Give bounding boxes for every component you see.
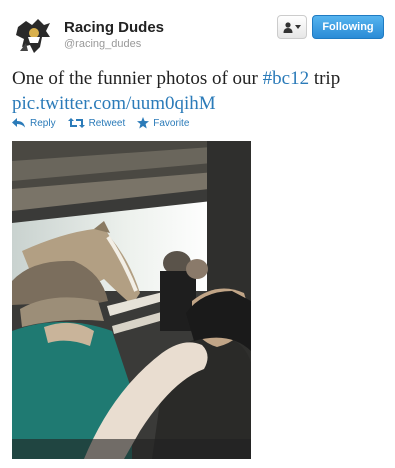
- tweet-photo[interactable]: [12, 141, 251, 459]
- tweet-actions: Reply Retweet Favorite: [12, 117, 189, 129]
- tweet-text: One of the funnier photos of our #bc12 t…: [12, 66, 387, 116]
- tweet-text-tail: trip: [309, 68, 341, 89]
- favorite-action[interactable]: Favorite: [137, 117, 189, 129]
- following-button[interactable]: Following: [312, 15, 384, 39]
- display-name[interactable]: Racing Dudes: [64, 19, 164, 36]
- reply-label: Reply: [30, 117, 56, 129]
- stable-photo-image: [12, 141, 251, 459]
- reply-action[interactable]: Reply: [12, 117, 56, 129]
- retweet-action[interactable]: Retweet: [67, 117, 126, 129]
- tweet-text-body: One of the funnier photos of our: [12, 68, 263, 89]
- favorite-label: Favorite: [153, 117, 190, 129]
- reply-icon: [12, 118, 25, 128]
- hashtag-link[interactable]: #bc12: [263, 68, 309, 89]
- star-icon: [137, 117, 150, 129]
- retweet-icon: [67, 118, 85, 128]
- chevron-down-icon: [295, 25, 301, 29]
- avatar[interactable]: [12, 13, 56, 57]
- user-menu-button[interactable]: [277, 15, 307, 39]
- racing-dudes-logo-icon: [12, 13, 56, 57]
- media-link[interactable]: pic.twitter.com/uum0qihM: [12, 93, 216, 114]
- person-icon: [283, 21, 293, 33]
- retweet-label: Retweet: [88, 117, 126, 129]
- user-handle[interactable]: @racing_dudes: [64, 38, 141, 50]
